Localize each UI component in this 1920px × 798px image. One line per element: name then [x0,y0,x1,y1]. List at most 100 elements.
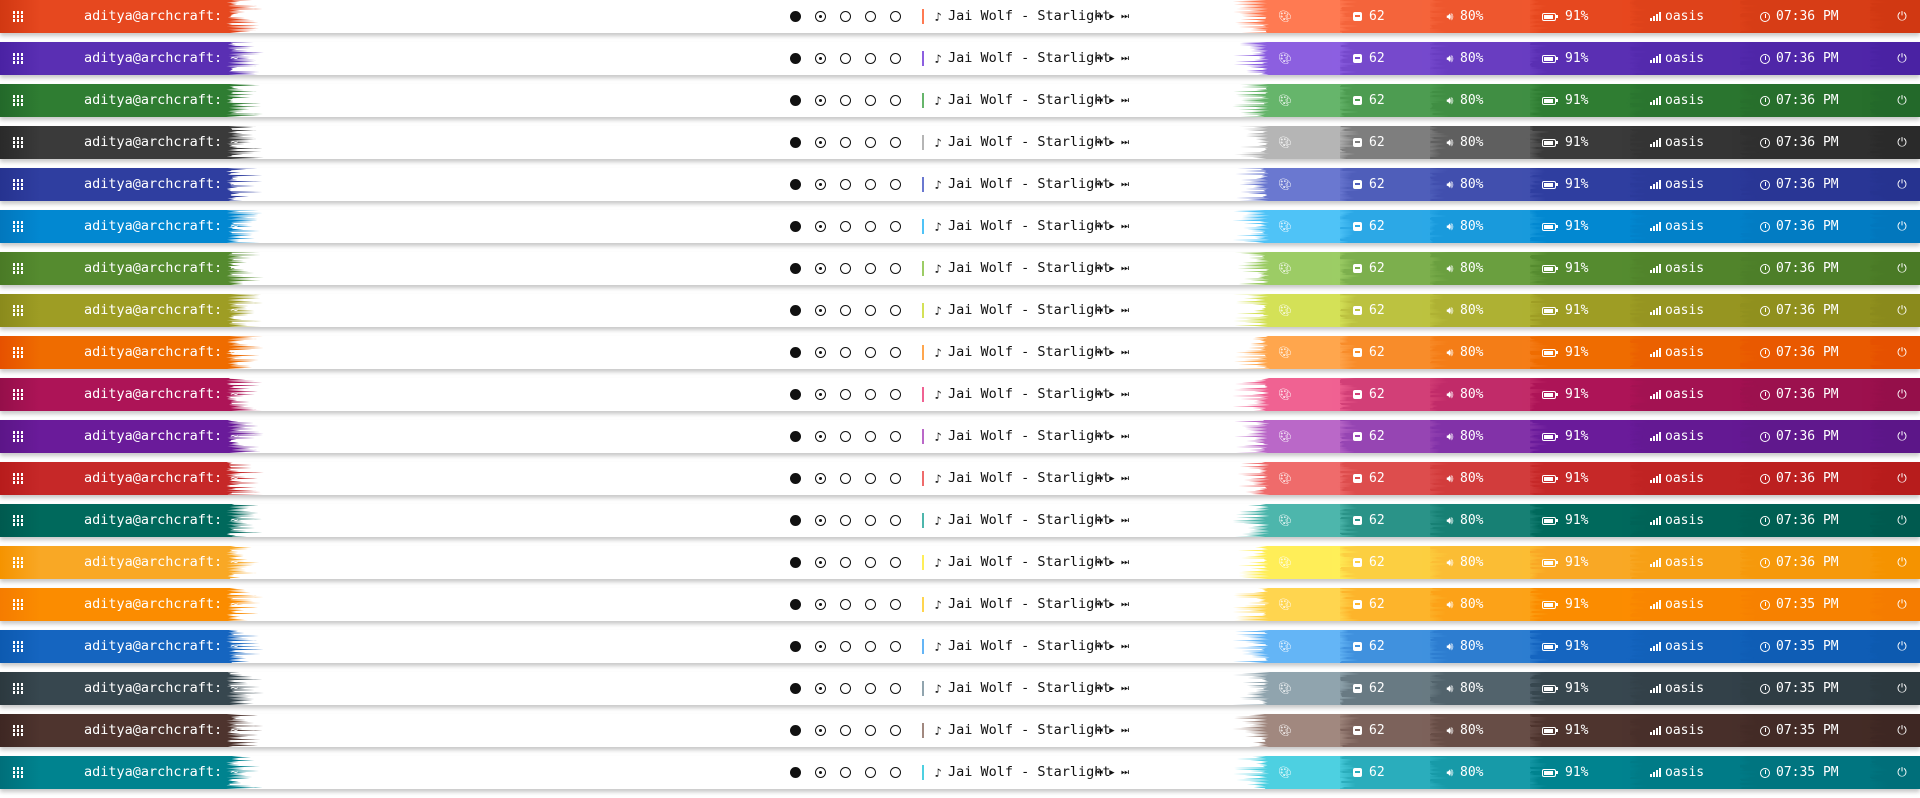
play-icon[interactable]: ▶ [1107,504,1117,537]
updates-count[interactable]: 62 [1369,294,1385,327]
grid-dots-icon[interactable] [12,588,24,621]
workspace-indicator[interactable] [815,95,826,106]
updates-count[interactable]: 62 [1369,126,1385,159]
play-icon[interactable]: ▶ [1107,714,1117,747]
power-icon[interactable]: ⏻ [1895,336,1909,369]
workspace-indicator[interactable] [790,725,801,736]
workspace-indicator[interactable] [815,221,826,232]
palette-icon[interactable]: 🎨︎ [1278,420,1292,453]
workspace-indicator[interactable] [865,305,876,316]
grid-dots-icon[interactable] [12,462,24,495]
clock-time[interactable]: 07:36 PM [1776,84,1839,117]
power-icon[interactable]: ⏻ [1895,42,1909,75]
workspace-indicator[interactable] [865,95,876,106]
power-icon[interactable]: ⏻ [1895,294,1909,327]
play-icon[interactable]: ▶ [1107,420,1117,453]
previous-track-icon[interactable]: ⏮ [1094,294,1104,327]
previous-track-icon[interactable]: ⏮ [1094,378,1104,411]
previous-track-icon[interactable]: ⏮ [1094,126,1104,159]
volume-level[interactable]: 80% [1460,546,1483,579]
palette-icon[interactable]: 🎨︎ [1278,672,1292,705]
workspace-indicator[interactable] [815,53,826,64]
workspace-indicator[interactable] [840,767,851,778]
play-icon[interactable]: ▶ [1107,546,1117,579]
clock-time[interactable]: 07:36 PM [1776,420,1839,453]
workspace-indicator[interactable] [815,305,826,316]
palette-icon[interactable]: 🎨︎ [1278,168,1292,201]
workspace-indicator[interactable] [890,515,901,526]
workspace-indicator[interactable] [815,473,826,484]
previous-track-icon[interactable]: ⏮ [1094,462,1104,495]
updates-count[interactable]: 62 [1369,546,1385,579]
volume-level[interactable]: 80% [1460,294,1483,327]
workspace-indicator[interactable] [865,557,876,568]
workspace-indicator[interactable] [790,305,801,316]
palette-icon[interactable]: 🎨︎ [1278,378,1292,411]
network-name[interactable]: oasis [1665,168,1704,201]
workspace-indicator[interactable] [865,263,876,274]
previous-track-icon[interactable]: ⏮ [1094,168,1104,201]
workspace-indicator[interactable] [890,473,901,484]
workspace-indicator[interactable] [890,137,901,148]
workspace-indicator[interactable] [815,725,826,736]
volume-level[interactable]: 80% [1460,378,1483,411]
clock-time[interactable]: 07:36 PM [1776,378,1839,411]
next-track-icon[interactable]: ⏭ [1120,714,1130,747]
workspace-indicator[interactable] [790,431,801,442]
network-name[interactable]: oasis [1665,84,1704,117]
network-name[interactable]: oasis [1665,252,1704,285]
workspace-indicator[interactable] [865,137,876,148]
clock-time[interactable]: 07:35 PM [1776,588,1839,621]
next-track-icon[interactable]: ⏭ [1120,756,1130,789]
clock-time[interactable]: 07:36 PM [1776,462,1839,495]
previous-track-icon[interactable]: ⏮ [1094,630,1104,663]
next-track-icon[interactable]: ⏭ [1120,420,1130,453]
workspace-indicator[interactable] [865,53,876,64]
clock-time[interactable]: 07:35 PM [1776,630,1839,663]
previous-track-icon[interactable]: ⏮ [1094,210,1104,243]
grid-dots-icon[interactable] [12,630,24,663]
volume-level[interactable]: 80% [1460,336,1483,369]
now-playing-title[interactable]: Jai Wolf - Starlight [948,504,1111,537]
workspace-indicator[interactable] [790,53,801,64]
workspace-indicator[interactable] [840,305,851,316]
play-icon[interactable]: ▶ [1107,42,1117,75]
network-name[interactable]: oasis [1665,630,1704,663]
network-name[interactable]: oasis [1665,504,1704,537]
play-icon[interactable]: ▶ [1107,630,1117,663]
workspace-indicator[interactable] [890,683,901,694]
workspace-indicator[interactable] [815,641,826,652]
updates-count[interactable]: 62 [1369,756,1385,789]
play-icon[interactable]: ▶ [1107,0,1117,33]
clock-time[interactable]: 07:36 PM [1776,0,1839,33]
workspace-indicator[interactable] [840,137,851,148]
grid-dots-icon[interactable] [12,504,24,537]
previous-track-icon[interactable]: ⏮ [1094,672,1104,705]
next-track-icon[interactable]: ⏭ [1120,84,1130,117]
now-playing-title[interactable]: Jai Wolf - Starlight [948,630,1111,663]
workspace-indicator[interactable] [890,263,901,274]
workspace-indicator[interactable] [865,473,876,484]
workspace-indicator[interactable] [865,431,876,442]
power-icon[interactable]: ⏻ [1895,0,1909,33]
power-icon[interactable]: ⏻ [1895,84,1909,117]
volume-level[interactable]: 80% [1460,252,1483,285]
palette-icon[interactable]: 🎨︎ [1278,588,1292,621]
next-track-icon[interactable]: ⏭ [1120,378,1130,411]
palette-icon[interactable]: 🎨︎ [1278,0,1292,33]
clock-time[interactable]: 07:36 PM [1776,504,1839,537]
workspace-indicator[interactable] [815,515,826,526]
clock-time[interactable]: 07:35 PM [1776,672,1839,705]
next-track-icon[interactable]: ⏭ [1120,546,1130,579]
previous-track-icon[interactable]: ⏮ [1094,714,1104,747]
now-playing-title[interactable]: Jai Wolf - Starlight [948,672,1111,705]
palette-icon[interactable]: 🎨︎ [1278,210,1292,243]
workspace-indicator[interactable] [890,767,901,778]
network-name[interactable]: oasis [1665,588,1704,621]
previous-track-icon[interactable]: ⏮ [1094,588,1104,621]
workspace-indicator[interactable] [840,641,851,652]
volume-level[interactable]: 80% [1460,420,1483,453]
network-name[interactable]: oasis [1665,714,1704,747]
now-playing-title[interactable]: Jai Wolf - Starlight [948,336,1111,369]
workspace-indicator[interactable] [840,725,851,736]
